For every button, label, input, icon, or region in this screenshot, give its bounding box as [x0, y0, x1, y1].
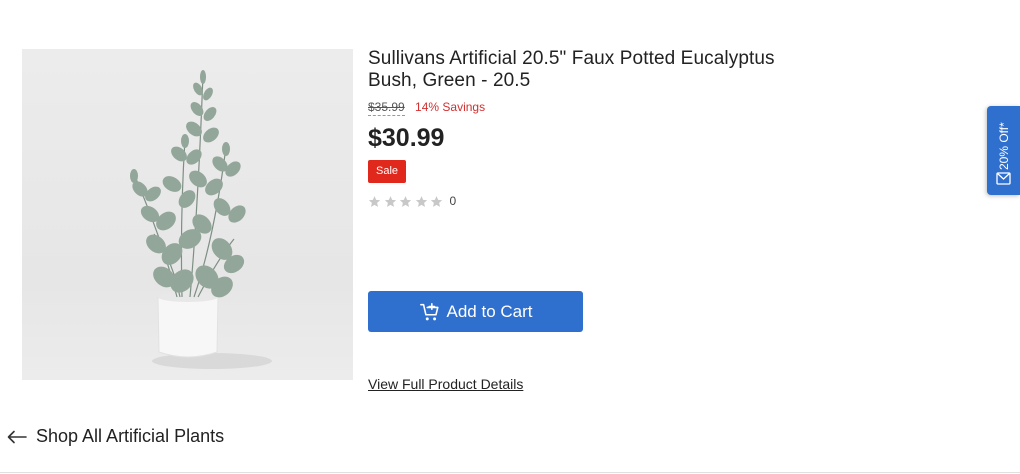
arrow-left-icon — [7, 430, 27, 443]
star-empty-icon — [415, 195, 427, 207]
add-to-cart-label: Add to Cart — [446, 301, 533, 321]
sale-price: $30.99 — [368, 124, 445, 152]
shop-all-label: Shop All Artificial Plants — [36, 426, 225, 446]
original-price: $35.99 — [368, 100, 405, 116]
eucalyptus-plant-photo — [130, 70, 272, 369]
divider — [0, 472, 1020, 473]
star-empty-icon — [368, 195, 381, 207]
add-to-cart-button[interactable]: Add to Cart — [368, 291, 583, 332]
view-details-link[interactable]: View Full Product Details — [368, 376, 523, 392]
star-empty-icon — [430, 195, 443, 207]
shop-all-link[interactable]: Shop All Artificial Plants — [7, 426, 224, 447]
sale-badge: Sale — [368, 160, 406, 183]
savings-label: 14% Savings — [415, 100, 486, 114]
star-empty-icon — [384, 195, 396, 207]
review-count: 0 — [449, 194, 457, 208]
cart-add-icon — [419, 302, 439, 320]
discount-tab[interactable]: 20% Off* — [987, 106, 1020, 195]
star-empty-icon — [399, 195, 412, 207]
product-title: Sullivans Artificial 20.5" Faux Potted E… — [368, 48, 775, 91]
envelope-icon — [996, 172, 1011, 185]
discount-label: 20% Off* — [997, 122, 1011, 170]
price-row: $35.99 14% Savings — [368, 100, 486, 116]
star-rating[interactable]: 0 — [368, 194, 456, 208]
product-image[interactable] — [22, 49, 353, 380]
